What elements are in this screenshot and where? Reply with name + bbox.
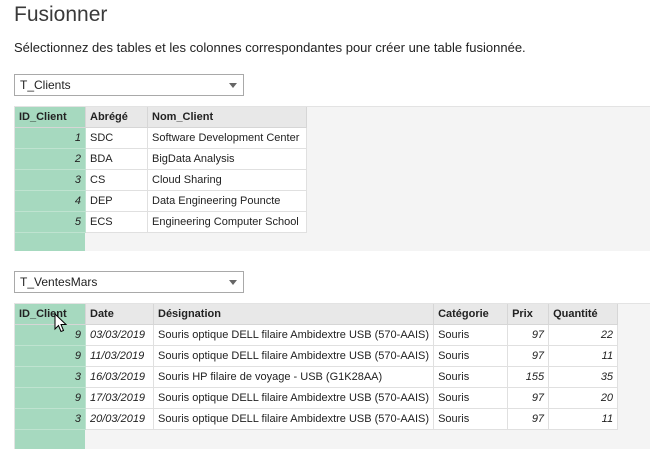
- table-cell: Souris optique DELL filaire Ambidextre U…: [153, 345, 435, 367]
- table-cell: 3: [15, 408, 86, 430]
- table-row: 9 11/03/2019 Souris optique DELL filaire…: [15, 345, 619, 367]
- table-cell: 3: [15, 366, 86, 388]
- table-row: 3 20/03/2019 Souris optique DELL filaire…: [15, 408, 619, 430]
- table-cell: 2: [15, 148, 86, 170]
- table2-select-value: T_VentesMars: [20, 275, 98, 289]
- mouse-cursor-icon: [54, 313, 68, 333]
- table2-col-header[interactable]: Prix: [507, 304, 550, 325]
- table-cell: 16/03/2019: [85, 366, 154, 388]
- table-cell: 97: [507, 408, 550, 430]
- table1-select[interactable]: T_Clients: [14, 74, 244, 96]
- table-cell: 9: [15, 387, 86, 409]
- table2-col-header[interactable]: Quantité: [548, 304, 619, 325]
- table-cell: Souris optique DELL filaire Ambidextre U…: [153, 324, 435, 346]
- table1-grid: ID_Client Abrégé Nom_Client 1 SDC Softwa…: [15, 107, 307, 233]
- dialog-subtitle: Sélectionnez des tables et les colonnes …: [14, 40, 526, 55]
- table-cell: Souris: [433, 408, 509, 430]
- table-cell: Souris HP filaire de voyage - USB (G1K28…: [153, 366, 435, 388]
- table-cell: 17/03/2019: [85, 387, 154, 409]
- table-cell: Souris: [433, 366, 509, 388]
- table-cell: 5: [15, 211, 86, 233]
- table1-col-header[interactable]: Abrégé: [85, 107, 148, 128]
- table-cell: Souris optique DELL filaire Ambidextre U…: [153, 387, 435, 409]
- table-cell: BDA: [85, 148, 148, 170]
- table1-select-value: T_Clients: [20, 78, 71, 92]
- table1-col-header[interactable]: Nom_Client: [147, 107, 307, 128]
- table2-preview: ID_Client Date Désignation Catégorie Pri…: [14, 303, 650, 449]
- table2-select[interactable]: T_VentesMars: [14, 271, 244, 293]
- table-cell: ECS: [85, 211, 148, 233]
- table-cell: 3: [15, 169, 86, 191]
- table-cell: SDC: [85, 127, 148, 149]
- table-row: 4 DEP Data Engineering Pouncte: [15, 190, 307, 212]
- table2-col-header[interactable]: Date: [85, 304, 154, 325]
- table-cell: Souris: [433, 324, 509, 346]
- table-row: 9 03/03/2019 Souris optique DELL filaire…: [15, 324, 619, 346]
- table-row: 2 BDA BigData Analysis: [15, 148, 307, 170]
- dialog-title: Fusionner: [14, 3, 108, 26]
- table-cell: 11: [548, 345, 619, 367]
- chevron-down-icon: [229, 83, 237, 88]
- table-cell: 97: [507, 345, 550, 367]
- table-cell: 11/03/2019: [85, 345, 154, 367]
- chevron-down-icon: [229, 280, 237, 285]
- table-cell: Souris: [433, 387, 509, 409]
- table-cell: 9: [15, 324, 86, 346]
- table-cell: 1: [15, 127, 86, 149]
- table-row: 5 ECS Engineering Computer School: [15, 211, 307, 233]
- table-cell: 35: [548, 366, 619, 388]
- table-cell: BigData Analysis: [147, 148, 307, 170]
- table2-grid: ID_Client Date Désignation Catégorie Pri…: [15, 304, 619, 430]
- table-cell: 97: [507, 324, 550, 346]
- table-cell: DEP: [85, 190, 148, 212]
- table2-col-header[interactable]: Catégorie: [433, 304, 509, 325]
- table-cell: 03/03/2019: [85, 324, 154, 346]
- table-cell: 11: [548, 408, 619, 430]
- table-cell: 22: [548, 324, 619, 346]
- table-cell: CS: [85, 169, 148, 191]
- table-row: 1 SDC Software Development Center: [15, 127, 307, 149]
- table1-col-header[interactable]: ID_Client: [15, 107, 86, 128]
- table-cell: Cloud Sharing: [147, 169, 307, 191]
- table-row: 3 CS Cloud Sharing: [15, 169, 307, 191]
- table-cell: Software Development Center: [147, 127, 307, 149]
- table-row: 3 16/03/2019 Souris HP filaire de voyage…: [15, 366, 619, 388]
- table-cell: 9: [15, 345, 86, 367]
- table2-col-header[interactable]: Désignation: [153, 304, 435, 325]
- table-cell: Souris optique DELL filaire Ambidextre U…: [153, 408, 435, 430]
- table2-header-row: ID_Client Date Désignation Catégorie Pri…: [15, 304, 619, 325]
- table2-col-header[interactable]: ID_Client: [15, 304, 86, 325]
- table1-preview: ID_Client Abrégé Nom_Client 1 SDC Softwa…: [14, 106, 650, 251]
- table-cell: Data Engineering Pouncte: [147, 190, 307, 212]
- table-cell: 20/03/2019: [85, 408, 154, 430]
- table-cell: Engineering Computer School: [147, 211, 307, 233]
- table-cell: 20: [548, 387, 619, 409]
- table-cell: 97: [507, 387, 550, 409]
- table-cell: 4: [15, 190, 86, 212]
- table-cell: 155: [507, 366, 550, 388]
- table1-header-row: ID_Client Abrégé Nom_Client: [15, 107, 307, 128]
- table-row: 9 17/03/2019 Souris optique DELL filaire…: [15, 387, 619, 409]
- table-cell: Souris: [433, 345, 509, 367]
